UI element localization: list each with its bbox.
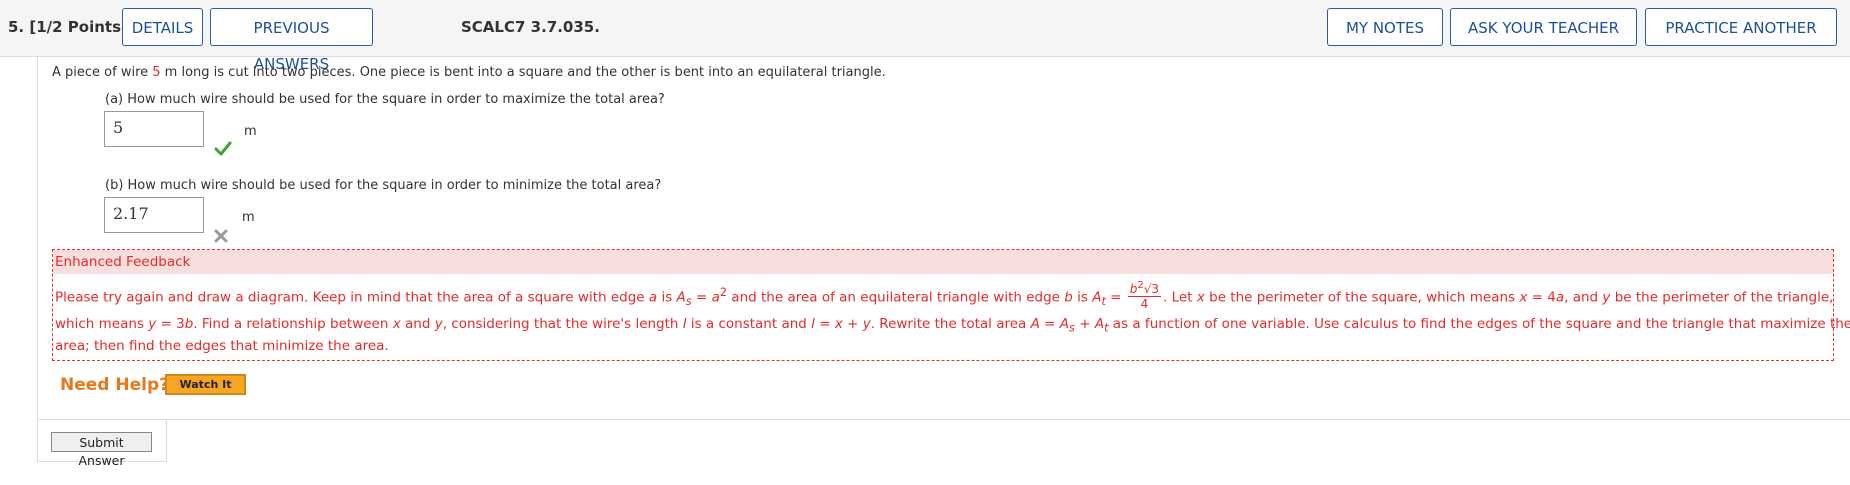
feedback-line-1: Please try again and draw a diagram. Kee… (55, 280, 1834, 311)
question-panel (37, 56, 1850, 420)
part-a-question: (a) How much wire should be used for the… (105, 92, 665, 107)
practice-another-button[interactable]: PRACTICE ANOTHER (1645, 8, 1837, 46)
incorrect-x-icon (214, 229, 228, 243)
stem-text-start: A piece of wire (52, 65, 153, 80)
problem-stem: A piece of wire 5 m long is cut into two… (52, 65, 886, 80)
part-b-unit: m (242, 210, 255, 225)
triangle-area-fraction: b2√3 4 (1127, 280, 1162, 311)
watch-it-button[interactable]: Watch It (165, 374, 246, 395)
part-b-answer-input[interactable]: 2.17 (104, 197, 204, 233)
my-notes-button[interactable]: MY NOTES (1327, 8, 1443, 46)
part-b-question: (b) How much wire should be used for the… (105, 178, 662, 193)
details-button[interactable]: DETAILS (122, 8, 203, 46)
part-a-answer-input[interactable]: 5 (104, 111, 204, 147)
question-header: 5. [1/2 Points] DETAILS PREVIOUS ANSWERS… (0, 0, 1850, 73)
ask-your-teacher-button[interactable]: ASK YOUR TEACHER (1450, 8, 1637, 46)
need-help-label: Need Help? (60, 375, 169, 395)
feedback-heading: Enhanced Feedback (53, 250, 1833, 274)
stem-text-end: m long is cut into two pieces. One piece… (160, 65, 886, 80)
question-number: 5. [1/2 Points] (8, 18, 128, 36)
submit-answer-button[interactable]: Submit Answer (51, 432, 152, 468)
previous-answers-button[interactable]: PREVIOUS ANSWERS (210, 8, 373, 73)
wire-length-value: 5 (152, 65, 161, 80)
enhanced-feedback-box: Enhanced Feedback Please try again and d… (52, 249, 1850, 361)
feedback-line-2: which means y = 3b. Find a relationship … (55, 316, 1850, 335)
correct-check-icon (214, 141, 232, 156)
part-a-unit: m (244, 124, 257, 139)
question-code: SCALC7 3.7.035. (461, 18, 600, 36)
feedback-line-3: area; then find the edges that minimize … (55, 338, 389, 354)
